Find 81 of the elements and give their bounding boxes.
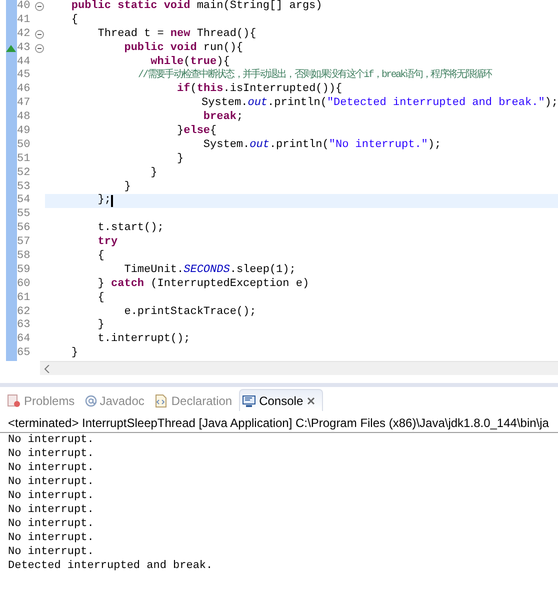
line-number: 64	[17, 333, 32, 348]
console-header: <terminated> InterruptSleepThread [Java Application] C:\Program Files (x86)\Java\jdk1.8.0_144\bin\ja	[0, 411, 558, 434]
code-line: {	[96, 292, 104, 306]
code-line: }	[70, 347, 78, 362]
line-number: 47	[17, 97, 32, 112]
code-line: t.interrupt();	[96, 333, 190, 348]
view-tab[interactable]: Console	[239, 389, 324, 412]
document-icon	[154, 394, 168, 408]
code-line: }	[123, 180, 131, 194]
line-number: 57	[17, 236, 32, 250]
code-line: try	[96, 236, 118, 250]
line-number: 45	[17, 69, 32, 84]
code-line: if(this.isInterrupted()){	[176, 83, 342, 97]
view-tab[interactable]: Javadoc	[82, 389, 152, 412]
code-line: {	[70, 14, 78, 28]
line-number: 42	[17, 28, 32, 42]
line-number: 53	[17, 180, 32, 194]
code-line: }else{	[176, 125, 217, 139]
tab-label: Javadoc	[100, 394, 144, 408]
code-line: TimeUnit.SECONDS.sleep(1);	[123, 264, 296, 278]
line-number: 52	[17, 166, 32, 181]
console-output-line: No interrupt.	[7, 517, 95, 532]
code-line: {	[96, 250, 104, 264]
tab-label: Console	[259, 394, 304, 408]
line-number: 49	[17, 125, 32, 139]
horizontal-scrollbar[interactable]	[40, 361, 558, 376]
line-number: 50	[17, 138, 32, 153]
line-number: 48	[17, 111, 32, 126]
line-number: 46	[17, 83, 32, 98]
code-line: };	[96, 194, 112, 208]
collapse-icon[interactable]	[35, 2, 44, 12]
code-line: }	[96, 319, 104, 333]
line-number: 58	[17, 250, 32, 264]
console-output-line: No interrupt.	[7, 503, 95, 518]
code-line: while(true){	[150, 56, 230, 68]
text-cursor	[111, 195, 114, 208]
code-line: public void run(){	[123, 42, 244, 56]
code-line: System.out.println("Detected interrupted and break.");	[200, 97, 558, 111]
line-number: 44	[17, 56, 32, 70]
line-number: 51	[17, 152, 32, 167]
monitor-icon	[242, 394, 256, 408]
code-line: System.out.println("No interrupt.");	[202, 138, 442, 153]
code-line: break;	[202, 111, 244, 125]
view-tab[interactable]: Problems	[4, 389, 82, 412]
code-line: } catch (InterruptedException e)	[96, 278, 310, 292]
collapse-icon[interactable]	[35, 30, 44, 40]
line-number: 63	[17, 319, 32, 334]
view-tab[interactable]: Declaration	[151, 389, 240, 412]
close-icon[interactable]	[306, 396, 316, 406]
console-output-line: No interrupt.	[7, 447, 95, 462]
scroll-left-icon[interactable]	[44, 364, 50, 373]
code-line: Thread t = new Thread(){	[96, 28, 256, 42]
line-number: 62	[17, 306, 32, 320]
console-output-line: No interrupt.	[7, 545, 95, 560]
collapse-icon[interactable]	[35, 44, 44, 54]
console-output-line: Detected interrupted and break.	[7, 559, 214, 574]
tab-label: Problems	[24, 394, 75, 408]
line-number: 40	[17, 0, 32, 14]
line-number: 43	[17, 42, 32, 56]
line-number: 41	[17, 14, 32, 28]
code-line: }	[150, 166, 158, 181]
code-line: t.start();	[96, 222, 164, 236]
console-output-line: No interrupt.	[7, 433, 95, 448]
console-output-line: No interrupt.	[7, 475, 95, 490]
line-number: 60	[17, 278, 32, 292]
console-output-line: No interrupt.	[7, 531, 95, 546]
code-line: public static void main(String[] args)	[70, 0, 322, 14]
console-output-line: No interrupt.	[7, 461, 95, 476]
line-number: 56	[17, 222, 32, 236]
code-line: //需要手动检查中断状态，并手动退出，否则如果没有这个if，break语句，程序将无限循环	[137, 69, 492, 82]
warning-list-icon	[7, 394, 21, 408]
tab-label: Declaration	[171, 394, 232, 408]
code-line: e.printStackTrace();	[123, 306, 256, 320]
line-number: 54	[17, 194, 32, 208]
line-number: 59	[17, 264, 32, 278]
line-number: 65	[17, 347, 32, 362]
code-line: }	[176, 152, 184, 167]
line-number: 61	[17, 292, 32, 306]
line-number: 55	[17, 208, 32, 222]
console-output-line: No interrupt.	[7, 489, 95, 504]
at-sign-icon	[84, 394, 97, 407]
